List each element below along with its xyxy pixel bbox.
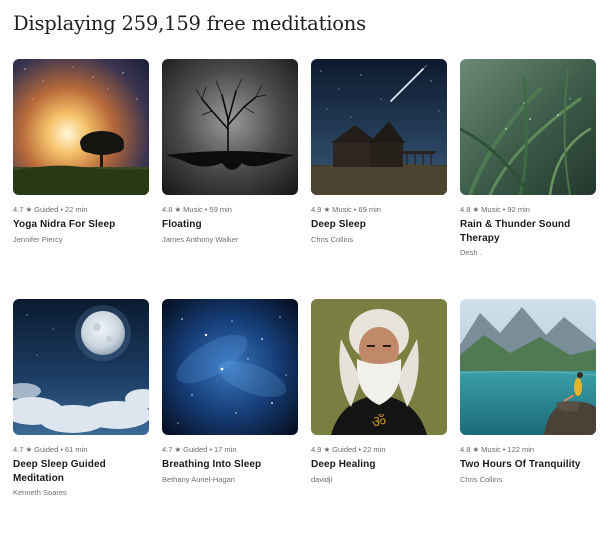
meditation-thumbnail[interactable] xyxy=(13,59,149,195)
barn-night-comet-image xyxy=(311,59,447,195)
bearded-man-portrait-image: ॐ xyxy=(311,299,447,435)
meditation-card[interactable]: 4.8 ★ Music • 122 min Two Hours Of Tranquili… xyxy=(460,299,596,539)
meditation-card[interactable]: ॐ 4.9 ★ Guided • 22 min Deep Healing davidji xyxy=(311,299,447,539)
star-icon: ★ xyxy=(323,205,331,214)
rain-grass-image xyxy=(460,59,596,195)
meditation-meta: 4.7 ★ Guided • 17 min xyxy=(162,445,298,455)
star-icon: ★ xyxy=(174,205,182,214)
rating-value: 4.8 xyxy=(162,205,173,214)
page-title: Displaying 259,159 free meditations xyxy=(13,12,366,35)
star-icon: ★ xyxy=(472,205,480,214)
meditation-meta: 4.9 ★ Guided • 22 min xyxy=(311,445,447,455)
meditation-title[interactable]: Two Hours Of Tranquility xyxy=(460,458,596,472)
separator-dot: • xyxy=(209,445,212,454)
separator-dot: • xyxy=(353,205,357,214)
meditation-type: Guided xyxy=(332,445,357,454)
star-icon: ★ xyxy=(174,445,182,454)
meditation-card[interactable]: 4.7 ★ Guided • 22 min Yoga Nidra For Sleep J… xyxy=(13,59,149,299)
full-moon-clouds-image xyxy=(13,299,149,435)
star-icon: ★ xyxy=(323,445,331,454)
meditation-author[interactable]: Jennifer Piercy xyxy=(13,235,149,245)
meditation-title[interactable]: Deep Sleep Guided Meditation xyxy=(13,458,149,485)
meditation-meta: 4.7 ★ Guided • 61 min xyxy=(13,445,149,455)
meditation-title[interactable]: Floating xyxy=(162,218,298,232)
meditation-type: Music xyxy=(332,205,352,214)
meditation-card[interactable]: 4.8 ★ Music • 92 min Rain & Thunder Sound Th… xyxy=(460,59,596,299)
meditation-meta: 4.9 ★ Music • 69 min xyxy=(311,205,447,215)
meditation-type: Guided xyxy=(34,445,59,454)
meditation-thumbnail[interactable] xyxy=(162,299,298,435)
separator-dot: • xyxy=(502,205,506,214)
meditation-thumbnail[interactable] xyxy=(162,59,298,195)
floating-island-tree-image xyxy=(162,59,298,195)
rating-value: 4.7 xyxy=(13,205,24,214)
meditation-thumbnail[interactable] xyxy=(460,59,596,195)
rating-value: 4.7 xyxy=(162,445,173,454)
meditation-type: Music xyxy=(481,205,501,214)
meditation-thumbnail[interactable] xyxy=(13,299,149,435)
meditation-card[interactable]: 4.8 ★ Music • 59 min Floating James Anthony … xyxy=(162,59,298,299)
meditation-author[interactable]: Bethany Auriel-Hagan xyxy=(162,475,298,485)
meditation-duration: 22 min xyxy=(65,205,88,214)
meditation-author[interactable]: Chris Collins xyxy=(460,475,596,485)
rating-value: 4.7 xyxy=(13,445,24,454)
meditation-meta: 4.8 ★ Music • 122 min xyxy=(460,445,596,455)
meditation-duration: 22 min xyxy=(363,445,386,454)
rating-value: 4.8 xyxy=(460,205,471,214)
mountain-lake-woman-image xyxy=(460,299,596,435)
rating-value: 4.8 xyxy=(460,445,471,454)
svg-text:ॐ: ॐ xyxy=(372,412,387,431)
separator-dot: • xyxy=(60,445,63,454)
meditation-title[interactable]: Rain & Thunder Sound Therapy xyxy=(460,218,596,245)
meditation-card[interactable]: 4.9 ★ Music • 69 min Deep Sleep Chris Collin… xyxy=(311,59,447,299)
meditation-author[interactable]: davidji xyxy=(311,475,447,485)
meditation-type: Music xyxy=(183,205,203,214)
meditation-card[interactable]: 4.7 ★ Guided • 61 min Deep Sleep Guided Medi… xyxy=(13,299,149,539)
rating-value: 4.9 xyxy=(311,205,322,214)
meditation-meta: 4.8 ★ Music • 92 min xyxy=(460,205,596,215)
meditation-meta: 4.7 ★ Guided • 22 min xyxy=(13,205,149,215)
meditation-author[interactable]: Kenneth Soares xyxy=(13,488,149,498)
blue-nebula-image xyxy=(162,299,298,435)
star-icon: ★ xyxy=(25,445,33,454)
separator-dot: • xyxy=(60,205,63,214)
meditation-duration: 92 min xyxy=(507,205,530,214)
meditation-type: Music xyxy=(481,445,501,454)
meditation-author[interactable]: Desh . xyxy=(460,248,596,258)
meditation-title[interactable]: Yoga Nidra For Sleep xyxy=(13,218,149,232)
separator-dot: • xyxy=(358,445,361,454)
meditation-duration: 122 min xyxy=(507,445,535,454)
sunset-tree-image xyxy=(13,59,149,195)
star-icon: ★ xyxy=(472,445,480,454)
meditation-grid: 4.7 ★ Guided • 22 min Yoga Nidra For Sleep J… xyxy=(13,59,596,539)
meditation-author[interactable]: James Anthony Walker xyxy=(162,235,298,245)
meditation-thumbnail[interactable] xyxy=(311,59,447,195)
meditation-title[interactable]: Deep Sleep xyxy=(311,218,447,232)
meditation-title[interactable]: Breathing Into Sleep xyxy=(162,458,298,472)
meditation-duration: 61 min xyxy=(65,445,88,454)
meditation-duration: 17 min xyxy=(214,445,237,454)
meditation-type: Guided xyxy=(183,445,208,454)
meditation-thumbnail[interactable]: ॐ xyxy=(311,299,447,435)
separator-dot: • xyxy=(204,205,208,214)
meditation-title[interactable]: Deep Healing xyxy=(311,458,447,472)
meditation-author[interactable]: Chris Collins xyxy=(311,235,447,245)
meditation-duration: 59 min xyxy=(209,205,232,214)
star-icon: ★ xyxy=(25,205,33,214)
rating-value: 4.9 xyxy=(311,445,322,454)
meditation-type: Guided xyxy=(34,205,59,214)
meditation-meta: 4.8 ★ Music • 59 min xyxy=(162,205,298,215)
separator-dot: • xyxy=(502,445,506,454)
meditation-card[interactable]: 4.7 ★ Guided • 17 min Breathing Into Sleep B… xyxy=(162,299,298,539)
meditation-duration: 69 min xyxy=(358,205,381,214)
meditation-thumbnail[interactable] xyxy=(460,299,596,435)
